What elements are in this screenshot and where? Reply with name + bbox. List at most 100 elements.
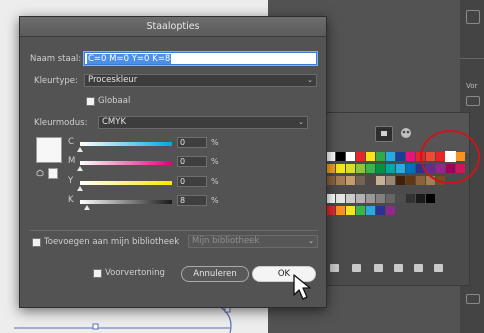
library-icon[interactable] bbox=[330, 264, 339, 272]
swatch-cell[interactable] bbox=[376, 164, 385, 173]
dock-separator bbox=[460, 58, 484, 59]
swatch-cell[interactable] bbox=[346, 206, 355, 215]
swatch-view-button[interactable] bbox=[375, 126, 393, 142]
yellow-slider-thumb[interactable] bbox=[77, 186, 83, 191]
swatch-kinds-icon[interactable] bbox=[352, 264, 361, 272]
web-safe-swatch[interactable] bbox=[48, 168, 58, 179]
swatch-cell[interactable] bbox=[366, 152, 375, 161]
swatch-cell[interactable] bbox=[366, 194, 375, 203]
global-checkbox[interactable] bbox=[86, 97, 95, 106]
new-color-group-icon[interactable] bbox=[394, 264, 403, 272]
swatch-cell[interactable] bbox=[366, 206, 375, 215]
preview-checkbox[interactable] bbox=[93, 269, 102, 278]
swatch-name-input[interactable]: C=0 M=0 Y=0 K=8 bbox=[84, 52, 317, 65]
color-type-label: Kleurtype: bbox=[34, 76, 78, 86]
swatch-cell[interactable] bbox=[386, 194, 395, 203]
swatch-cell[interactable] bbox=[346, 194, 355, 203]
swatch-cell[interactable] bbox=[406, 194, 415, 203]
swatch-cell[interactable] bbox=[366, 164, 375, 173]
library-select[interactable]: Mijn bibliotheek ⌄ bbox=[188, 235, 318, 248]
chevron-down-icon: ⌄ bbox=[298, 118, 304, 126]
swatch-cell[interactable] bbox=[336, 152, 345, 161]
chevron-down-icon: ⌄ bbox=[307, 76, 313, 84]
swatch-cell[interactable] bbox=[326, 206, 335, 215]
swatch-name-label: Naam staal: bbox=[30, 54, 82, 64]
swatch-cell[interactable] bbox=[336, 164, 345, 173]
swatch-cell[interactable] bbox=[386, 176, 395, 185]
swatch-cell[interactable] bbox=[396, 152, 405, 161]
swatch-cell[interactable] bbox=[336, 194, 345, 203]
black-label: K bbox=[68, 195, 74, 205]
color-mode-select[interactable]: CMYK ⌄ bbox=[98, 116, 308, 129]
swatch-cell[interactable] bbox=[366, 176, 375, 185]
add-to-library-checkbox[interactable] bbox=[32, 238, 41, 247]
color-group-button[interactable] bbox=[398, 126, 414, 140]
library-select-value: Mijn bibliotheek bbox=[192, 236, 260, 246]
black-slider[interactable] bbox=[80, 200, 172, 204]
swatch-cell[interactable] bbox=[426, 194, 435, 203]
color-type-select[interactable]: Proceskleur ⌄ bbox=[84, 74, 317, 87]
swatch-cell[interactable] bbox=[346, 152, 355, 161]
swatch-cell[interactable] bbox=[346, 176, 355, 185]
swatch-cell[interactable] bbox=[336, 206, 345, 215]
swatch-cell[interactable] bbox=[356, 152, 365, 161]
swatch-cell[interactable] bbox=[386, 206, 395, 215]
swatch-options-dialog: Staalopties Naam staal: C=0 M=0 Y=0 K=8 … bbox=[19, 16, 327, 308]
mouse-pointer-icon bbox=[293, 274, 311, 300]
swatch-cell[interactable] bbox=[386, 152, 395, 161]
swatch-cell[interactable] bbox=[396, 176, 405, 185]
swatch-options-icon[interactable] bbox=[374, 264, 383, 272]
swatch-cell[interactable] bbox=[376, 176, 385, 185]
swatch-cell[interactable] bbox=[356, 164, 365, 173]
black-value-input[interactable]: 8 bbox=[177, 195, 207, 206]
new-swatch-icon[interactable] bbox=[414, 264, 423, 272]
yellow-value-input[interactable]: 0 bbox=[177, 176, 207, 187]
trash-icon[interactable] bbox=[434, 264, 443, 272]
swatch-cell[interactable] bbox=[356, 194, 365, 203]
dock-partial-label: Vor bbox=[466, 82, 478, 90]
swatch-cell[interactable] bbox=[336, 176, 345, 185]
add-to-library-label: Toevoegen aan mijn bibliotheek bbox=[44, 237, 180, 247]
dialog-titlebar: Staalopties bbox=[20, 17, 326, 37]
swatch-cell[interactable] bbox=[396, 194, 405, 203]
cancel-button[interactable]: Annuleren bbox=[181, 266, 249, 282]
cyan-value-input[interactable]: 0 bbox=[177, 137, 207, 148]
swatch-cell[interactable] bbox=[386, 164, 395, 173]
swatch-cell[interactable] bbox=[356, 176, 365, 185]
cyan-slider[interactable] bbox=[80, 142, 172, 146]
dialog-title: Staalopties bbox=[146, 21, 200, 32]
black-slider-thumb[interactable] bbox=[84, 205, 91, 210]
swatch-name-value: C=0 M=0 Y=0 K=8 bbox=[87, 54, 172, 64]
magenta-slider-thumb[interactable] bbox=[77, 166, 83, 171]
yellow-percent-label: % bbox=[211, 177, 219, 186]
swatch-cell[interactable] bbox=[416, 176, 425, 185]
yellow-slider[interactable] bbox=[80, 181, 172, 185]
palette-icon bbox=[401, 128, 411, 138]
swatch-cell[interactable] bbox=[346, 164, 355, 173]
swatch-cell[interactable] bbox=[376, 152, 385, 161]
dock-icon[interactable] bbox=[466, 96, 480, 106]
preview-label: Voorvertoning bbox=[105, 268, 165, 278]
color-mode-label: Kleurmodus: bbox=[34, 118, 88, 128]
dock-icon[interactable] bbox=[466, 294, 480, 304]
swatch-cell[interactable] bbox=[406, 152, 415, 161]
swatch-cell[interactable] bbox=[416, 194, 425, 203]
swatch-cell[interactable] bbox=[326, 176, 335, 185]
swatch-cell[interactable] bbox=[376, 206, 385, 215]
magenta-slider[interactable] bbox=[80, 161, 172, 165]
swatch-cell[interactable] bbox=[326, 194, 335, 203]
swatch-cell[interactable] bbox=[356, 206, 365, 215]
swatch-cell[interactable] bbox=[406, 164, 415, 173]
magenta-label: M bbox=[68, 156, 76, 166]
cyan-slider-thumb[interactable] bbox=[77, 147, 83, 152]
swatch-cell[interactable] bbox=[396, 164, 405, 173]
cyan-label: C bbox=[68, 137, 74, 147]
swatch-cell[interactable] bbox=[326, 164, 335, 173]
swatch-cell[interactable] bbox=[406, 176, 415, 185]
transform-icon[interactable] bbox=[466, 10, 480, 24]
swatch-cell[interactable] bbox=[326, 152, 335, 161]
chevron-down-icon: ⌄ bbox=[308, 237, 314, 245]
swatch-cell[interactable] bbox=[376, 194, 385, 203]
global-label: Globaal bbox=[98, 96, 131, 106]
magenta-value-input[interactable]: 0 bbox=[177, 156, 207, 167]
